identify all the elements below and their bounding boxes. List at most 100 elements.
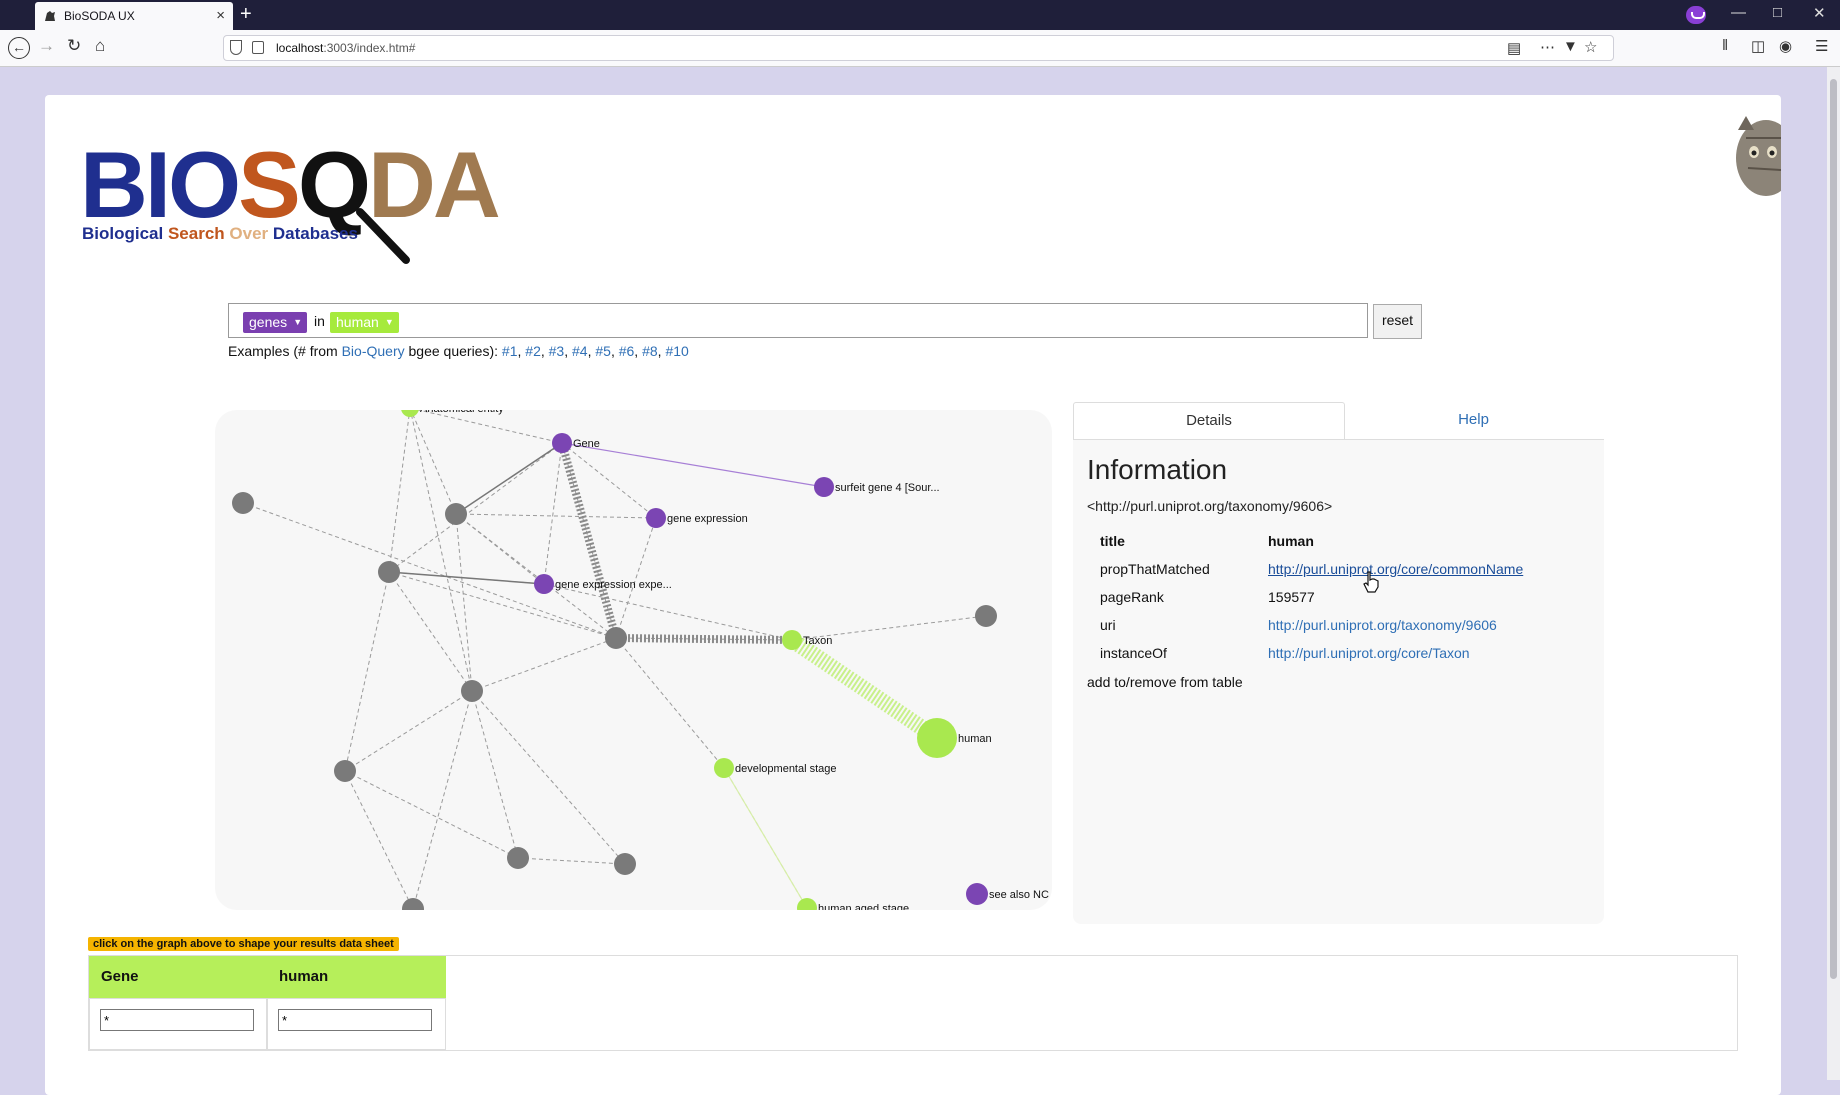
tracking-protection-icon[interactable] <box>230 40 242 55</box>
logo-letter-2: O <box>168 132 241 237</box>
graph-node-gexp[interactable] <box>646 508 666 528</box>
gene-filter-input[interactable] <box>100 1009 254 1031</box>
graph-node-g5[interactable] <box>975 605 997 627</box>
example-link-3[interactable]: #3 <box>549 343 565 359</box>
prop-value-pagerank: 159577 <box>1268 589 1315 605</box>
graph-node-g1[interactable] <box>232 492 254 514</box>
tab-help[interactable]: Help <box>1343 402 1604 438</box>
graph-node-taxon[interactable] <box>782 630 802 650</box>
example-link-5[interactable]: #5 <box>595 343 611 359</box>
menu-icon[interactable]: ☰ <box>1815 37 1828 55</box>
graph-edge-g7-g8 <box>344 770 519 859</box>
graph-canvas[interactable]: Anatomical entity Gene surfeit gene 4 [Sou… <box>215 410 1052 910</box>
graph-node-g9[interactable] <box>614 853 636 875</box>
graph-edge-g6-g7 <box>344 690 473 772</box>
chevron-down-icon[interactable]: ▼ <box>293 312 302 333</box>
prop-value-title: human <box>1268 533 1314 549</box>
graph-node-label-see: see also NC <box>989 889 1049 901</box>
connector-text: in <box>314 313 325 329</box>
scrollbar-thumb[interactable] <box>1830 79 1837 979</box>
graph-edge-g3-g6 <box>388 571 473 692</box>
home-icon[interactable]: ⌂ <box>95 36 105 56</box>
graph-node-g10[interactable] <box>402 898 424 910</box>
bio-query-link[interactable]: Bio-Query <box>342 343 405 359</box>
graph-edge-gexe-g3 <box>388 571 545 585</box>
page-info-icon[interactable] <box>252 41 264 54</box>
human-chip-label: human <box>336 314 379 330</box>
reader-view-icon[interactable]: ▤ <box>1507 39 1521 57</box>
prop-value-instanceof-link[interactable]: http://purl.uniprot.org/core/Taxon <box>1268 645 1470 661</box>
graph-edge-g6-g4 <box>471 637 617 692</box>
tab-details[interactable]: Details <box>1073 402 1345 439</box>
browser-tab[interactable]: BioSODA UX × <box>35 2 233 30</box>
browser-toolbar: ← → ↻ ⌂ localhost:3003/index.htm# ▤ ⋯ ▼ … <box>0 30 1840 67</box>
example-link-2[interactable]: #2 <box>525 343 541 359</box>
logo-subtitle-word-3: Databases <box>272 224 358 243</box>
graph-edge-gene-surf <box>561 442 825 488</box>
example-link-4[interactable]: #4 <box>572 343 588 359</box>
window-close-icon[interactable]: ✕ <box>1813 4 1826 22</box>
graph-node-gene[interactable] <box>552 433 572 453</box>
maximize-icon[interactable]: □ <box>1773 4 1782 21</box>
prop-value-propthatmatched-link[interactable]: http://purl.uniprot.org/core/commonName <box>1268 561 1523 577</box>
graph-node-g3[interactable] <box>378 561 400 583</box>
example-link-6[interactable]: #6 <box>619 343 635 359</box>
graph-node-label-gexp: gene expression <box>667 513 748 525</box>
column-header-human[interactable]: human <box>267 956 446 998</box>
human-chip[interactable]: human ▼ <box>330 312 399 333</box>
search-box[interactable]: genes ▼ in human ▼ <box>228 303 1368 338</box>
graph-node-surf[interactable] <box>814 477 834 497</box>
info-uri: <http://purl.uniprot.org/taxonomy/9606> <box>1087 498 1333 514</box>
sidebar-icon[interactable]: ◫ <box>1751 37 1765 55</box>
graph-edge-taxon-human <box>787 633 942 745</box>
bookmark-star-icon[interactable]: ☆ <box>1584 38 1597 56</box>
graph-svg[interactable]: Anatomical entity Gene surfeit gene 4 [Sou… <box>215 410 1052 910</box>
graph-node-g4[interactable] <box>605 627 627 649</box>
filter-cell-human <box>267 998 446 1050</box>
graph-node-aged[interactable] <box>797 898 817 910</box>
pocket-icon[interactable]: ▼ <box>1563 38 1578 55</box>
graph-edge-gene-gexe <box>543 442 563 585</box>
minimize-icon[interactable]: — <box>1731 4 1746 21</box>
graph-node-anat[interactable] <box>401 410 419 417</box>
favicon-icon <box>45 11 55 21</box>
graph-edge-g4-dev <box>615 637 725 769</box>
page-actions-icon[interactable]: ⋯ <box>1540 38 1555 56</box>
graph-edge-g4-gexp <box>615 517 657 639</box>
address-bar[interactable]: localhost:3003/index.htm# ▤ ⋯ ▼ ☆ <box>223 35 1614 61</box>
reset-button[interactable]: reset <box>1373 304 1422 339</box>
graph-edge-g2-gexe <box>455 513 545 585</box>
library-icon[interactable]: ‖ <box>1722 37 1728 54</box>
genes-chip[interactable]: genes ▼ <box>243 312 308 333</box>
example-link-1[interactable]: #1 <box>502 343 518 359</box>
page-scrollbar[interactable] <box>1827 67 1840 1080</box>
graph-node-see[interactable] <box>966 883 988 905</box>
graph-node-dev[interactable] <box>714 758 734 778</box>
logo-letter-1: I <box>144 132 171 237</box>
back-icon[interactable]: ← <box>8 37 30 59</box>
example-link-8[interactable]: #10 <box>665 343 688 359</box>
add-remove-table-link[interactable]: add to/remove from table <box>1087 674 1243 690</box>
column-header-gene[interactable]: Gene <box>89 956 267 998</box>
logo-letter-3: S <box>238 132 301 237</box>
new-tab-icon[interactable]: + <box>240 3 252 26</box>
graph-node-g8[interactable] <box>507 847 529 869</box>
example-link-7[interactable]: #8 <box>642 343 658 359</box>
close-tab-icon[interactable]: × <box>216 7 225 24</box>
biosoda-logo: BIOSQDA Biological Search Over Databases <box>80 138 520 264</box>
forward-icon[interactable]: → <box>38 36 55 56</box>
logo-subtitle-word-2: Over <box>229 224 273 243</box>
chevron-down-icon[interactable]: ▼ <box>385 312 394 333</box>
human-filter-input[interactable] <box>278 1009 432 1031</box>
graph-node-g7[interactable] <box>334 760 356 782</box>
graph-node-human[interactable] <box>917 718 957 758</box>
graph-node-g6[interactable] <box>461 680 483 702</box>
graph-node-g2[interactable] <box>445 503 467 525</box>
graph-edge-anat-g6 <box>409 410 473 692</box>
reload-icon[interactable]: ↻ <box>67 36 81 56</box>
account-icon[interactable]: ◉ <box>1779 37 1792 55</box>
graph-node-label-human: human <box>958 733 992 745</box>
prop-value-uri-link[interactable]: http://purl.uniprot.org/taxonomy/9606 <box>1268 617 1497 633</box>
graph-node-gexe[interactable] <box>534 574 554 594</box>
results-sheet: Gene human <box>88 955 1738 1051</box>
